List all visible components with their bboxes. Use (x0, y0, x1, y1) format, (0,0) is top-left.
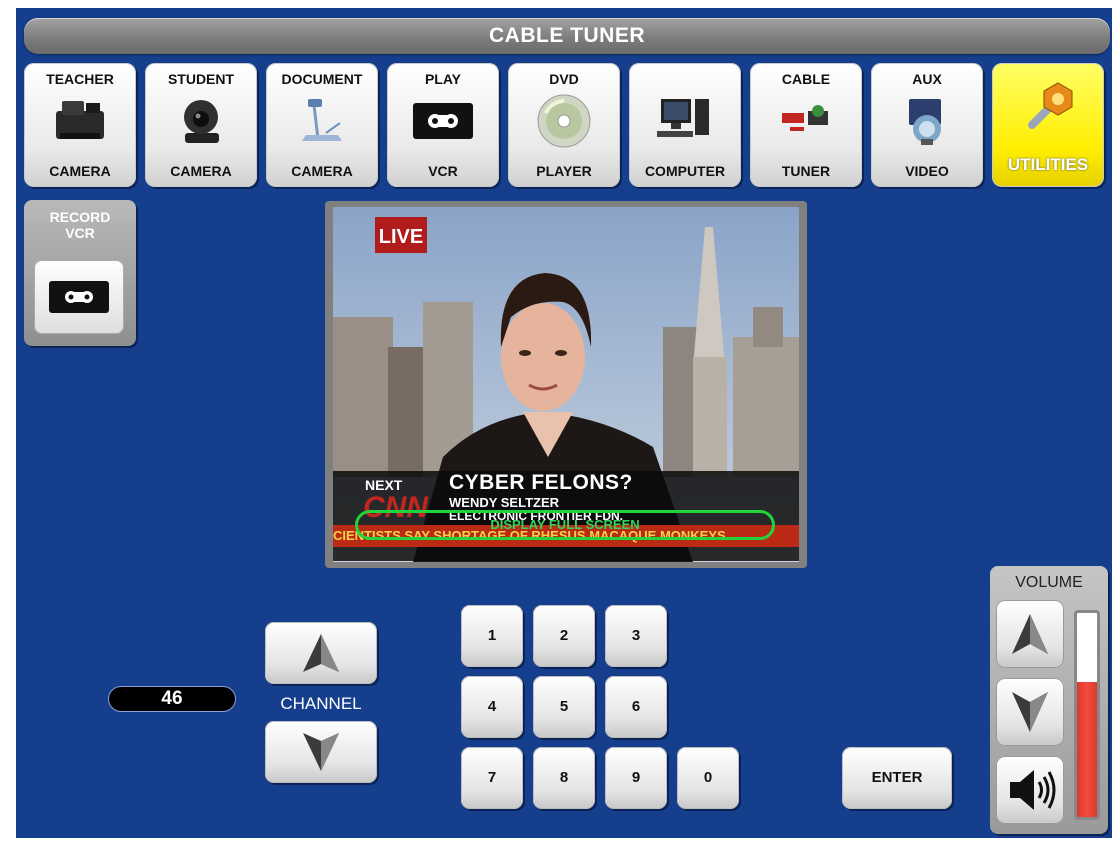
record-vcr-button[interactable] (34, 260, 124, 334)
visualizer-camera-icon (302, 99, 342, 141)
next-tag: NEXT (365, 477, 403, 493)
keypad-6[interactable]: 6 (605, 676, 667, 738)
channel-down-button[interactable] (265, 721, 377, 783)
source-label-bottom: CAMERA (170, 163, 232, 179)
arrow-down-icon (1012, 692, 1048, 732)
volume-panel: VOLUME (990, 566, 1108, 834)
keypad-2[interactable]: 2 (533, 605, 595, 667)
dvd-disc-icon (537, 94, 591, 148)
aux-video-button[interactable]: AUX VIDEO (871, 63, 983, 187)
channel-up-button[interactable] (265, 622, 377, 684)
volume-level-bar[interactable] (1074, 610, 1100, 820)
document-camera-icon (56, 101, 104, 139)
video-screen[interactable]: LIVE CNN NEXT CYBER FELONS? WENDY SELTZE… (333, 207, 799, 562)
source-label-top: TEACHER (46, 71, 114, 87)
cable-tuner-button[interactable]: CABLE TUNER (750, 63, 862, 187)
document-camera-button[interactable]: DOCUMENT CAMERA (266, 63, 378, 187)
cable-channels-icon (782, 105, 828, 131)
source-label-top: STUDENT (167, 71, 235, 87)
arrow-down-icon (303, 733, 339, 771)
source-label-top: DVD (549, 71, 579, 87)
speaker-icon (1010, 770, 1056, 810)
guest-name: WENDY SELTZER (449, 495, 560, 510)
keypad-7[interactable]: 7 (461, 747, 523, 809)
source-label-bottom: PLAYER (536, 163, 592, 179)
utilities-button[interactable]: UTILITIES (992, 63, 1104, 187)
record-vcr-panel: RECORD VCR (24, 200, 136, 346)
keypad-1[interactable]: 1 (461, 605, 523, 667)
dvd-player-button[interactable]: DVD PLAYER (508, 63, 620, 187)
page-title: CABLE TUNER (24, 18, 1110, 54)
keypad-8[interactable]: 8 (533, 747, 595, 809)
play-vcr-button[interactable]: PLAY VCR (387, 63, 499, 187)
keypad-9[interactable]: 9 (605, 747, 667, 809)
channel-number-display: 46 (108, 686, 236, 712)
news-headline: CYBER FELONS? (449, 471, 633, 494)
channel-label: CHANNEL (280, 694, 362, 713)
source-label-bottom: COMPUTER (644, 163, 726, 179)
arrow-up-icon (303, 634, 339, 672)
volume-level-fill (1077, 682, 1097, 817)
computer-icon (657, 99, 709, 137)
keypad-0[interactable]: 0 (677, 747, 739, 809)
display-full-screen-button[interactable]: DISPLAY FULL SCREEN (355, 510, 775, 540)
keypad-5[interactable]: 5 (533, 676, 595, 738)
source-label-top: CABLE (781, 71, 831, 87)
teacher-camera-button[interactable]: TEACHER CAMERA (24, 63, 136, 187)
source-label-top: PLAY (424, 71, 462, 87)
source-label-bottom: VCR (428, 163, 458, 179)
volume-up-button[interactable] (996, 600, 1064, 668)
aux-video-icon (909, 99, 941, 145)
volume-down-button[interactable] (996, 678, 1064, 746)
source-label-bottom: TUNER (781, 163, 831, 179)
record-label-line1: RECORD (49, 209, 111, 225)
enter-button[interactable]: ENTER (842, 747, 952, 809)
source-label-top: DOCUMENT (281, 71, 363, 87)
wrench-nut-icon (1028, 82, 1073, 129)
source-label-bottom: CAMERA (49, 163, 111, 179)
source-label-top: AUX (912, 71, 942, 87)
arrow-up-icon (1012, 614, 1048, 654)
keypad-4[interactable]: 4 (461, 676, 523, 738)
video-preview: LIVE CNN NEXT CYBER FELONS? WENDY SELTZE… (325, 201, 807, 568)
live-badge: LIVE (375, 217, 427, 253)
record-label-line2: VCR (65, 225, 95, 241)
mute-button[interactable] (996, 756, 1064, 824)
student-camera-button[interactable]: STUDENT CAMERA (145, 63, 257, 187)
source-label-bottom: UTILITIES (1007, 155, 1089, 174)
source-label-bottom: CAMERA (291, 163, 353, 179)
computer-button[interactable]: COMPUTER (629, 63, 741, 187)
keypad-3[interactable]: 3 (605, 605, 667, 667)
vhs-tape-icon (413, 103, 473, 139)
ptz-camera-icon (184, 100, 219, 143)
source-label-bottom: VIDEO (905, 163, 949, 179)
record-vcr-label: RECORD VCR (24, 209, 136, 241)
vhs-tape-icon (49, 281, 109, 313)
volume-label: VOLUME (1015, 574, 1083, 591)
